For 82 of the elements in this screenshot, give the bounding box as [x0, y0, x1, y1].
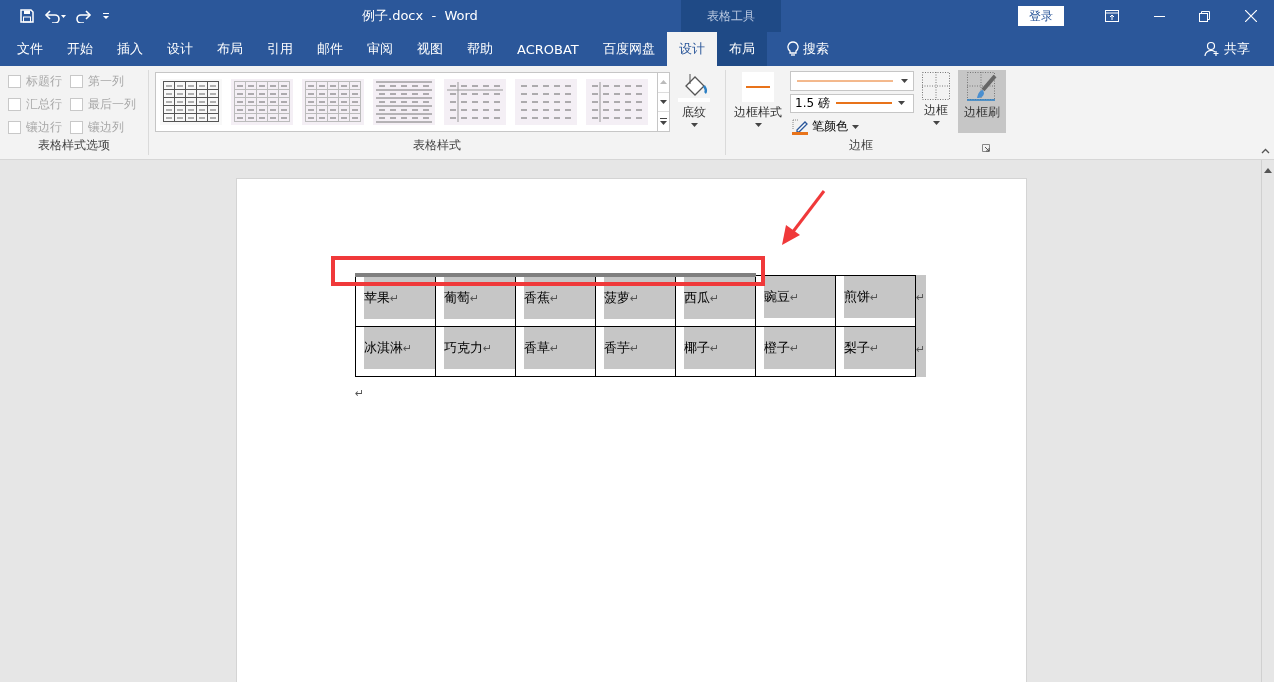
contextual-tab-header: 表格工具 — [681, 0, 781, 32]
ribbon-tab[interactable]: 视图 — [405, 32, 455, 66]
table-style-thumbnail[interactable] — [231, 79, 293, 125]
restore-icon[interactable] — [1199, 10, 1211, 22]
ribbon-tab[interactable]: 布局 — [205, 32, 255, 66]
add-person-icon — [1204, 41, 1220, 57]
collapse-ribbon-icon[interactable] — [1261, 148, 1270, 154]
ribbon-display-options-icon[interactable] — [1105, 10, 1120, 22]
shading-button[interactable]: 底纹 — [674, 70, 714, 137]
caret-icon — [932, 121, 940, 125]
border-painter-button[interactable]: 边框刷 — [958, 70, 1006, 133]
vertical-scrollbar[interactable] — [1261, 160, 1274, 682]
share-button[interactable]: 共享 — [1198, 32, 1256, 66]
dotted-grid-icon — [922, 72, 950, 100]
table-cell[interactable]: 西瓜↵ — [684, 277, 755, 319]
table-cell[interactable]: 菠萝↵ — [604, 277, 675, 319]
table-cell[interactable]: 香芋↵ — [604, 327, 675, 369]
window-title: 例子.docx - Word — [362, 7, 479, 25]
table-cell[interactable]: 橙子↵ — [764, 327, 835, 369]
up-caret-icon — [1264, 168, 1272, 173]
table-style-thumbnail[interactable] — [373, 79, 435, 125]
table-cell[interactable]: 椰子↵ — [684, 327, 755, 369]
ribbon-tab[interactable]: 帮助 — [455, 32, 505, 66]
ribbon-tab[interactable]: 布局 — [716, 32, 767, 66]
table-cell[interactable]: 苹果↵ — [364, 277, 435, 319]
border-styles-button[interactable]: 边框样式 — [730, 70, 786, 137]
table-cell[interactable]: 香蕉↵ — [524, 277, 595, 319]
ribbon-tab[interactable]: 引用 — [255, 32, 305, 66]
table-style-thumbnail[interactable] — [515, 79, 577, 125]
table-cell[interactable]: 豌豆↵ — [764, 275, 835, 318]
line-weight-dropdown[interactable]: 1.5 磅 — [790, 93, 914, 113]
row-end-mark: ↵ — [916, 290, 926, 304]
group-label: 表格样式 — [412, 137, 462, 154]
save-icon[interactable] — [20, 9, 34, 23]
caret-icon — [754, 123, 762, 127]
table-cell[interactable]: 煎饼↵ — [844, 275, 915, 318]
table-style-thumbnail[interactable] — [160, 79, 222, 125]
caret-icon — [901, 78, 908, 83]
grid-brush-icon — [967, 72, 997, 102]
ribbon-tab[interactable]: ACROBAT — [505, 32, 591, 66]
table-cell[interactable]: 梨子↵ — [844, 327, 915, 369]
up-caret-icon — [660, 80, 667, 85]
ribbon-tab[interactable]: 百度网盘 — [590, 32, 667, 66]
table-cell[interactable]: 葡萄↵ — [444, 277, 515, 319]
pen-color-button[interactable]: 笔颜色 — [790, 116, 914, 137]
row-end-mark: ↵ — [916, 341, 926, 356]
sign-in-button[interactable]: 登录 — [1018, 6, 1064, 26]
more-icon — [660, 118, 667, 126]
caret-icon — [660, 100, 667, 104]
table-cell[interactable]: 香草↵ — [524, 327, 595, 369]
caret-icon — [852, 124, 859, 129]
search-button[interactable]: 搜索 — [780, 32, 835, 66]
lightbulb-icon — [786, 41, 799, 57]
table-style-thumbnail[interactable] — [302, 79, 364, 125]
group-label: 表格样式选项 — [37, 137, 111, 154]
table-style-thumbnail[interactable] — [586, 79, 648, 125]
minimize-icon[interactable] — [1153, 15, 1165, 17]
table-cell[interactable]: 巧克力↵ — [444, 327, 515, 369]
undo-icon[interactable] — [44, 9, 66, 23]
paragraph-mark: ↵ — [355, 387, 365, 400]
arrow — [780, 189, 828, 247]
group-label: 边框 — [726, 137, 996, 155]
pen-icon — [792, 118, 808, 135]
ribbon-tab[interactable]: 开始 — [55, 32, 105, 66]
ribbon-tab[interactable]: 文件 — [5, 32, 55, 66]
caret-icon — [897, 101, 905, 106]
close-icon[interactable] — [1244, 10, 1257, 22]
ribbon-tab[interactable]: 邮件 — [305, 32, 355, 66]
table-style-thumbnail[interactable] — [444, 79, 506, 125]
line-sample-icon — [835, 101, 892, 106]
caret-icon — [690, 123, 698, 127]
dialog-launcher-icon[interactable] — [982, 144, 990, 152]
customize-toolbar-icon[interactable] — [102, 12, 110, 20]
ribbon-tab[interactable]: 插入 — [105, 32, 155, 66]
ribbon-tab[interactable]: 审阅 — [355, 32, 405, 66]
line-sample-icon — [795, 78, 895, 83]
redo-icon[interactable] — [76, 9, 92, 23]
paint-bucket-icon — [678, 72, 710, 102]
ribbon-tab[interactable]: 设计 — [155, 32, 205, 66]
ribbon-tab[interactable]: 设计 — [666, 32, 717, 66]
table-cell[interactable]: 冰淇淋↵ — [364, 327, 435, 369]
borders-button[interactable]: 边框 — [918, 70, 954, 137]
